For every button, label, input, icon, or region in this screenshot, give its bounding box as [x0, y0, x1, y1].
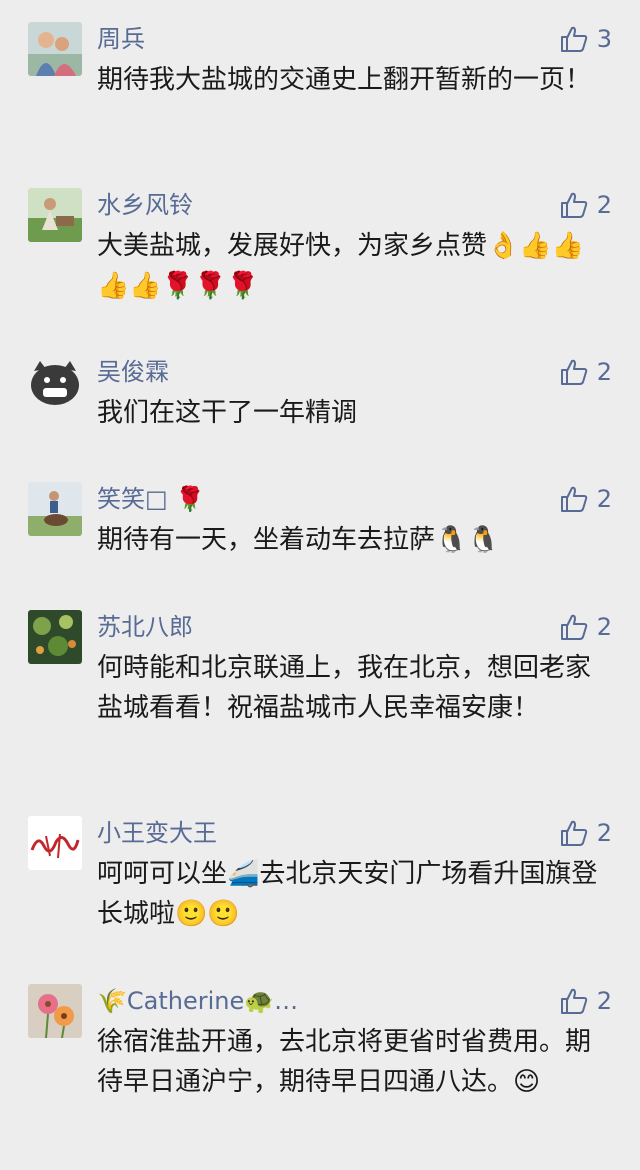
- avatar[interactable]: [28, 482, 82, 536]
- comment-text: 何時能和北京联通上，我在北京，想回老家盐城看看！祝福盐城市人民幸福安康！: [97, 653, 592, 723]
- like-count: 2: [596, 819, 612, 847]
- avatar[interactable]: [28, 22, 82, 76]
- comment-text: 徐宿淮盐开通，去北京将更省时省费用。期待早日通沪宁，期待早日四通八达。😊: [97, 1027, 592, 1097]
- commenter-name[interactable]: 🌾Catherine🐢…: [97, 986, 298, 1016]
- like-button[interactable]: 2: [559, 484, 612, 514]
- avatar[interactable]: [28, 355, 82, 409]
- thumbs-up-icon: [559, 818, 589, 848]
- commenter-name[interactable]: 笑笑□ 🌹: [97, 484, 205, 514]
- comment-text: 期待有一天，坐着动车去拉萨🐧🐧: [97, 525, 500, 555]
- like-count: 2: [596, 191, 612, 219]
- like-count: 3: [596, 25, 612, 53]
- commenter-name[interactable]: 周兵: [97, 24, 145, 54]
- comment-text: 我们在这干了一年精调: [97, 398, 358, 428]
- like-count: 2: [596, 358, 612, 386]
- thumbs-up-icon: [559, 986, 589, 1016]
- commenter-name[interactable]: 吴俊霖: [97, 357, 169, 387]
- comment-text: 呵呵可以坐🚄去北京天安门广场看升国旗登长城啦🙂🙂: [97, 859, 598, 929]
- like-button[interactable]: 2: [559, 986, 612, 1016]
- avatar[interactable]: [28, 984, 82, 1038]
- thumbs-up-icon: [559, 612, 589, 642]
- like-button[interactable]: 2: [559, 190, 612, 220]
- like-count: 2: [596, 987, 612, 1015]
- commenter-name[interactable]: 小王变大王: [97, 818, 217, 848]
- like-button[interactable]: 3: [559, 24, 612, 54]
- thumbs-up-icon: [559, 357, 589, 387]
- avatar[interactable]: [28, 816, 82, 870]
- thumbs-up-icon: [559, 24, 589, 54]
- avatar[interactable]: [28, 610, 82, 664]
- like-count: 2: [596, 485, 612, 513]
- like-button[interactable]: 2: [559, 612, 612, 642]
- comment-text: 期待我大盐城的交通史上翻开暂新的一页！: [97, 65, 592, 95]
- comment-text: 大美盐城，发展好快，为家乡点赞👌👍👍👍👍🌹🌹🌹: [97, 231, 585, 301]
- thumbs-up-icon: [559, 190, 589, 220]
- like-button[interactable]: 2: [559, 357, 612, 387]
- avatar[interactable]: [28, 188, 82, 242]
- commenter-name[interactable]: 水乡风铃: [97, 190, 193, 220]
- like-count: 2: [596, 613, 612, 641]
- commenter-name[interactable]: 苏北八郎: [97, 612, 193, 642]
- like-button[interactable]: 2: [559, 818, 612, 848]
- thumbs-up-icon: [559, 484, 589, 514]
